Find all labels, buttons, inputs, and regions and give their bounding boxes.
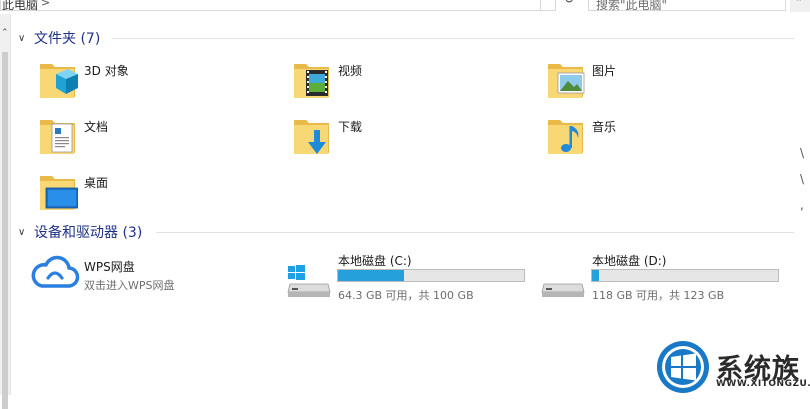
music-folder-icon — [548, 120, 583, 154]
drive-free-space: 118 GB 可用，共 123 GB — [592, 289, 725, 302]
address-path[interactable]: 此电脑 — [2, 0, 38, 13]
chevron-down-icon[interactable]: ⌄ — [540, 0, 556, 11]
group-header-folders[interactable]: ∨ 文件夹 (7) — [18, 28, 100, 48]
drive-usage-bar — [337, 269, 525, 282]
group-divider — [156, 232, 794, 233]
drive-name: 本地磁盘 (C:) — [338, 254, 412, 268]
folder-item-videos[interactable]: 视频 — [292, 56, 532, 106]
search-placeholder: 搜索"此电脑" — [596, 0, 668, 12]
drive-usage-fill — [338, 270, 405, 281]
group-title: 设备和驱动器 (3) — [34, 225, 143, 241]
group-divider — [112, 38, 794, 39]
drive-item-c[interactable]: 本地磁盘 (C:) 64.3 GB 可用，共 100 GB — [286, 252, 536, 302]
device-item-wps[interactable]: WPS网盘 双击进入WPS网盘 — [30, 252, 280, 296]
folder-label: 图片 — [592, 64, 617, 78]
chevron-down-icon[interactable]: ∨ — [18, 33, 32, 44]
refresh-icon[interactable]: ↻ — [560, 0, 578, 11]
chevron-up-icon[interactable]: ⌃ — [795, 0, 803, 8]
folder-item-pictures[interactable]: 图片 — [546, 56, 786, 106]
drive-usage-fill — [592, 270, 600, 281]
drive-item-d[interactable]: 本地磁盘 (D:) 118 GB 可用，共 123 GB — [540, 252, 790, 302]
chevron-down-icon[interactable]: ∨ — [18, 227, 32, 238]
folder-item-music[interactable]: 音乐 — [546, 112, 786, 162]
chevron-up-icon[interactable]: ⌃ — [1, 28, 9, 38]
device-subtitle: 双击进入WPS网盘 — [84, 279, 175, 292]
drive-name: 本地磁盘 (D:) — [592, 254, 667, 268]
3d-objects-folder-icon — [40, 64, 78, 98]
edge-preview-glyph: \ — [800, 146, 805, 160]
folder-label: 下载 — [338, 120, 363, 134]
video-folder-icon — [294, 64, 329, 98]
folder-label: 桌面 — [84, 176, 109, 190]
folder-item-3d-objects[interactable]: 3D 对象 — [38, 56, 278, 106]
group-header-devices[interactable]: ∨ 设备和驱动器 (3) — [18, 222, 142, 242]
folder-item-downloads[interactable]: 下载 — [292, 112, 532, 162]
downloads-folder-icon — [294, 120, 329, 154]
device-name: WPS网盘 — [84, 260, 135, 274]
drive-icon — [541, 283, 585, 297]
group-title: 文件夹 (7) — [34, 31, 101, 47]
edge-preview-glyph: , — [800, 198, 804, 212]
desktop-folder-icon — [40, 176, 78, 210]
scrollbar-up-arrow[interactable]: ⌃ — [790, 0, 810, 12]
folder-label: 3D 对象 — [84, 64, 129, 78]
cloud-icon — [31, 255, 80, 288]
windows-drive-icon — [287, 265, 331, 297]
edge-preview-glyph: \ — [800, 172, 805, 186]
pictures-folder-icon — [548, 64, 585, 98]
folder-label: 文档 — [84, 120, 109, 134]
folder-item-documents[interactable]: 文档 — [38, 112, 278, 162]
drive-usage-bar — [591, 269, 779, 282]
watermark-url: WWW.XITONGZU.COM — [716, 379, 810, 389]
drive-free-space: 64.3 GB 可用，共 100 GB — [338, 289, 474, 302]
scrollbar-thumb[interactable] — [2, 52, 8, 409]
pane-divider — [10, 14, 11, 395]
folder-item-desktop[interactable]: 桌面 — [38, 168, 278, 218]
folder-label: 音乐 — [592, 120, 617, 134]
nav-pane-scrollbar[interactable]: ⌃ — [0, 14, 10, 409]
address-bar[interactable] — [0, 0, 556, 11]
folder-label: 视频 — [338, 64, 363, 78]
breadcrumb-separator-icon[interactable]: > — [41, 0, 50, 9]
documents-folder-icon — [40, 120, 75, 154]
